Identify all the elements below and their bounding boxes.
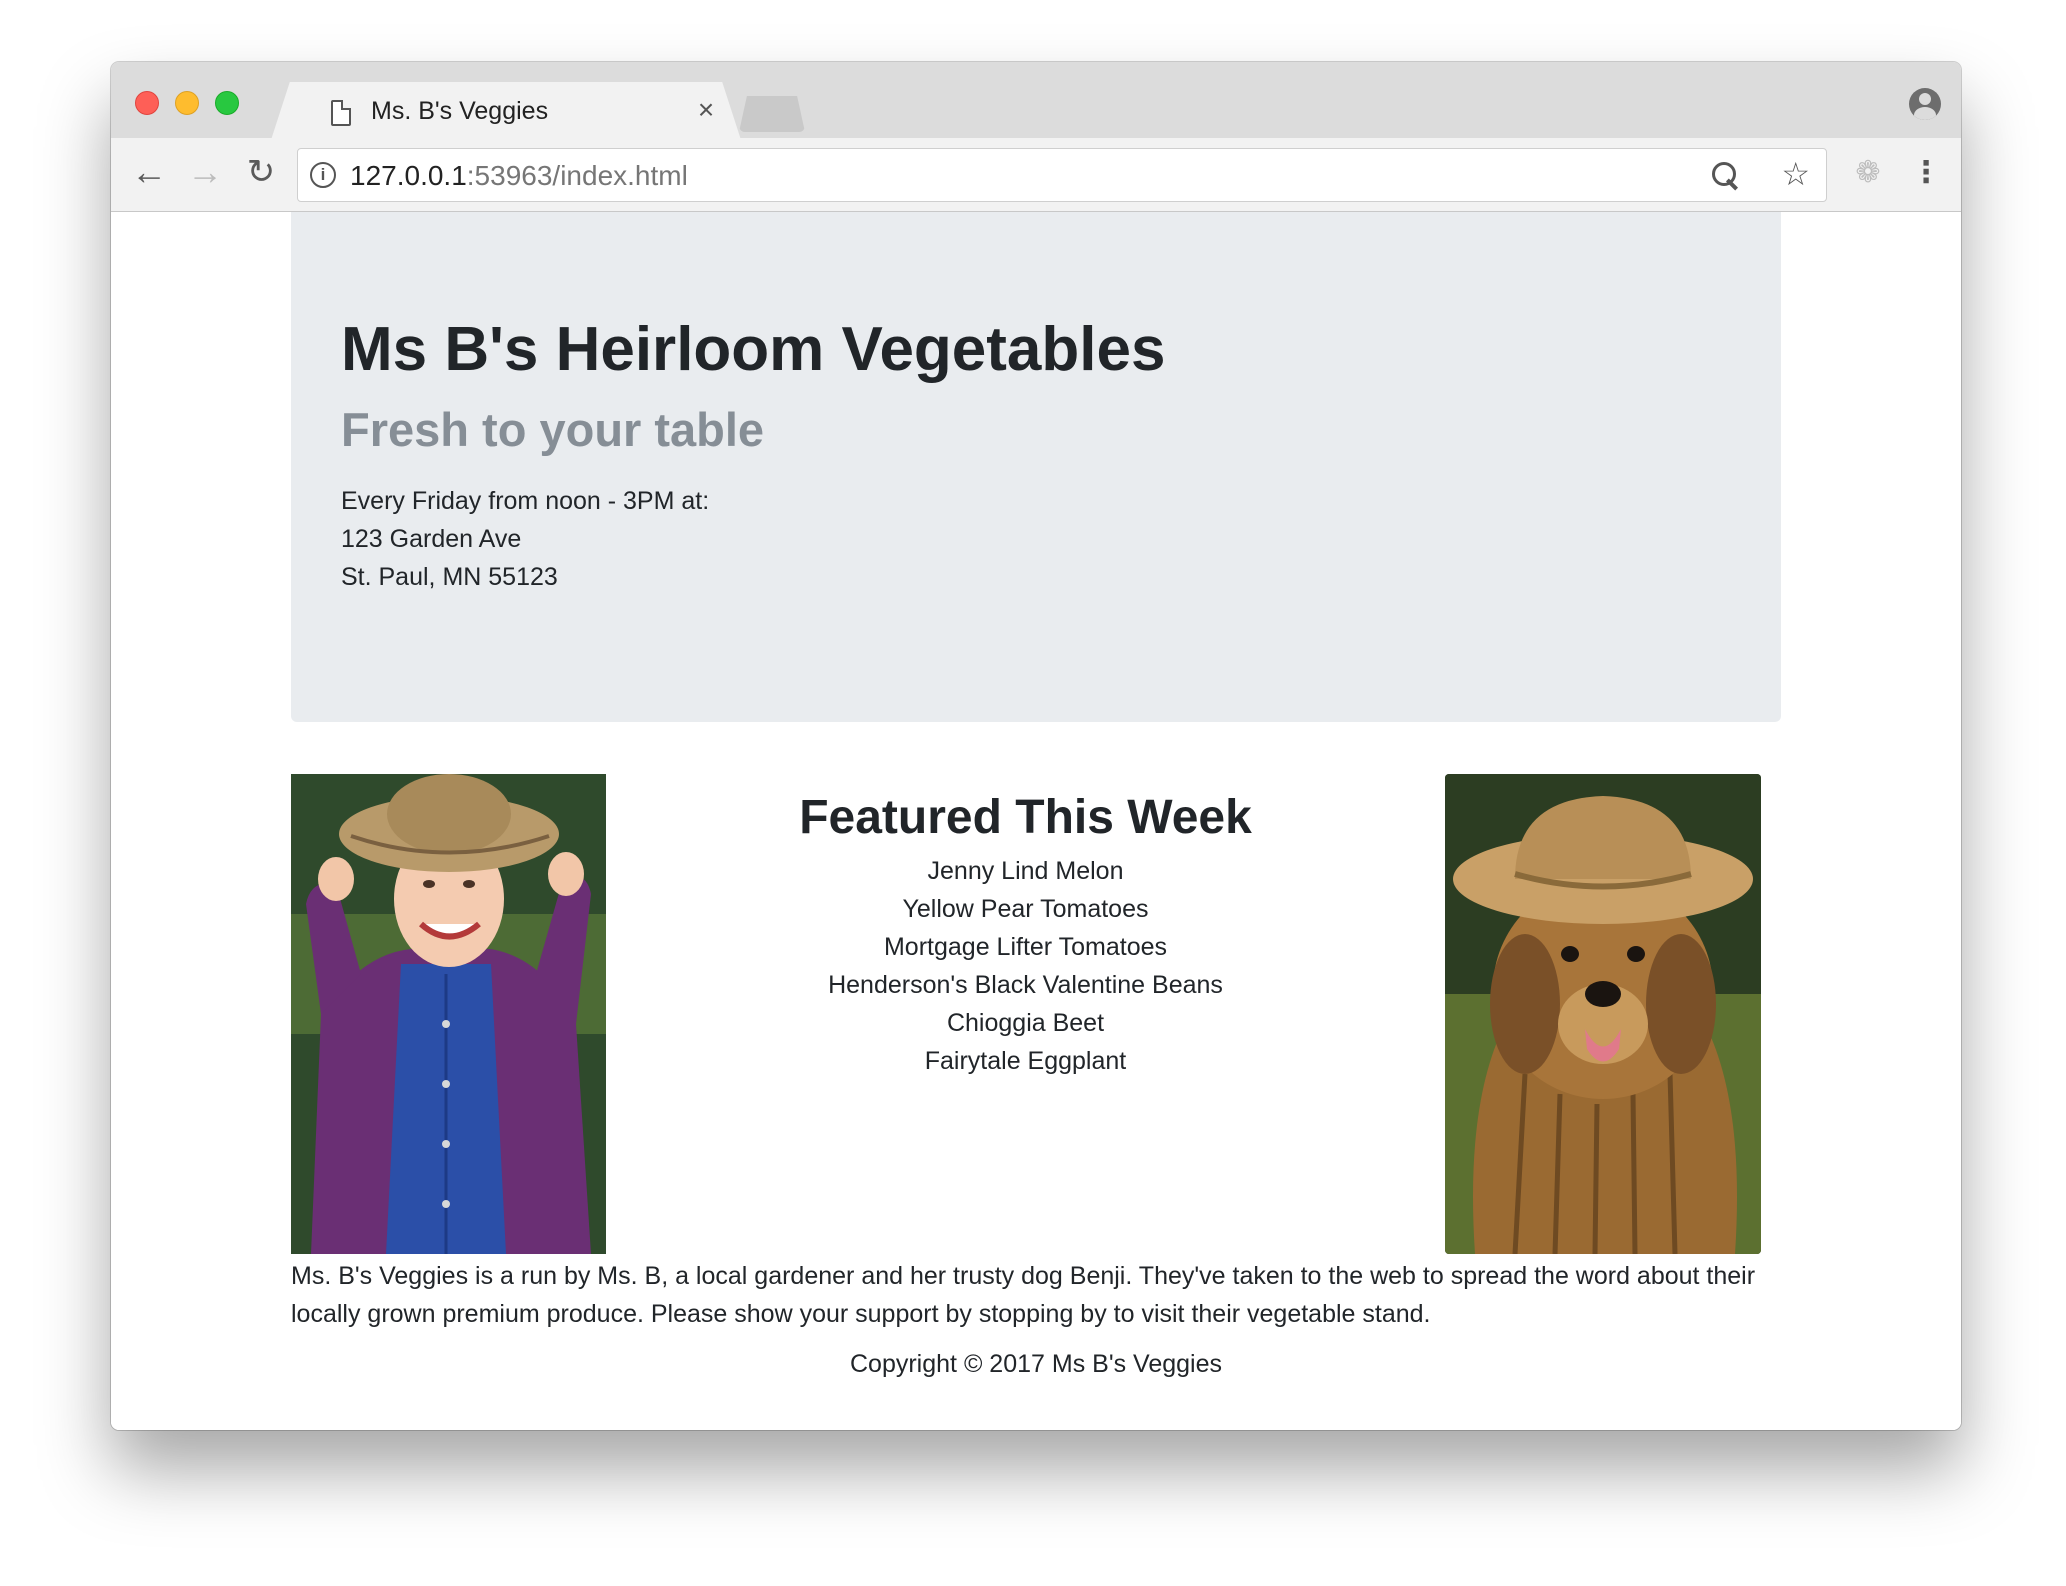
url-text[interactable]: 127.0.0.1:53963/index.html [350, 160, 688, 192]
ms-b-illustration [291, 774, 606, 1254]
forward-icon[interactable]: → [183, 150, 227, 194]
copyright-footer: Copyright © 2017 Ms B's Veggies [850, 1350, 1222, 1378]
location-info: Every Friday from noon - 3PM at: 123 Gar… [341, 482, 709, 596]
list-item: Mortgage Lifter Tomatoes [883, 933, 1168, 961]
list-item: Fairytale Eggplant [924, 1047, 1127, 1075]
tab-ms-bs-veggies[interactable]: Ms. B's Veggies × [271, 82, 741, 140]
maximize-window-button[interactable] [215, 91, 239, 115]
profile-icon[interactable] [1909, 88, 1941, 120]
list-item: Chioggia Beet [946, 1009, 1105, 1037]
browser-window: Ms. B's Veggies × ← → ↻ i 127.0.0.1:5396… [111, 62, 1961, 1430]
page-viewport: Ms B's Heirloom Vegetables Fresh to your… [111, 212, 1961, 1430]
street-address: 123 Garden Ave [341, 525, 522, 553]
about-paragraph: Ms. B's Veggies is a run by Ms. B, a loc… [291, 1262, 1756, 1328]
city-address: St. Paul, MN 55123 [341, 563, 558, 591]
info-icon[interactable]: i [310, 162, 336, 188]
tab-close-icon[interactable]: × [691, 94, 721, 126]
back-icon[interactable]: ← [127, 150, 171, 194]
extension-icon[interactable]: ❁ [1851, 156, 1885, 190]
benji-dog-photo [1445, 774, 1761, 1254]
bookmark-star-icon[interactable]: ☆ [1781, 155, 1810, 193]
menu-icon[interactable]: ⋮ [1911, 156, 1941, 190]
reload-icon[interactable]: ↻ [239, 150, 283, 194]
jumbotron: Ms B's Heirloom Vegetables Fresh to your… [291, 212, 1781, 722]
minimize-window-button[interactable] [175, 91, 199, 115]
list-item: Jenny Lind Melon [927, 857, 1124, 885]
title-bar: Ms. B's Veggies × [111, 62, 1961, 140]
list-item: Henderson's Black Valentine Beans [828, 971, 1223, 999]
url-host: 127.0.0.1 [350, 160, 467, 191]
browser-toolbar: ← → ↻ i 127.0.0.1:53963/index.html ☆ ❁ ⋮ [111, 138, 1961, 212]
page-icon [331, 100, 351, 126]
tab-title: Ms. B's Veggies [371, 97, 549, 125]
schedule-text: Every Friday from noon - 3PM at: [341, 487, 710, 515]
page-title: Ms B's Heirloom Vegetables [341, 315, 1166, 384]
address-bar[interactable]: i 127.0.0.1:53963/index.html ☆ [297, 148, 1827, 202]
ms-b-photo [291, 774, 606, 1254]
new-tab-button[interactable] [739, 96, 805, 132]
benji-dog-illustration [1445, 774, 1761, 1254]
close-window-button[interactable] [135, 91, 159, 115]
url-path: :53963/index.html [466, 160, 688, 191]
featured-list: Jenny Lind Melon Yellow Pear Tomatoes Mo… [606, 852, 1445, 1080]
zoom-icon[interactable] [1710, 160, 1740, 190]
featured-title: Featured This Week [799, 791, 1252, 844]
list-item: Yellow Pear Tomatoes [902, 895, 1149, 923]
page-subtitle: Fresh to your table [341, 403, 765, 456]
